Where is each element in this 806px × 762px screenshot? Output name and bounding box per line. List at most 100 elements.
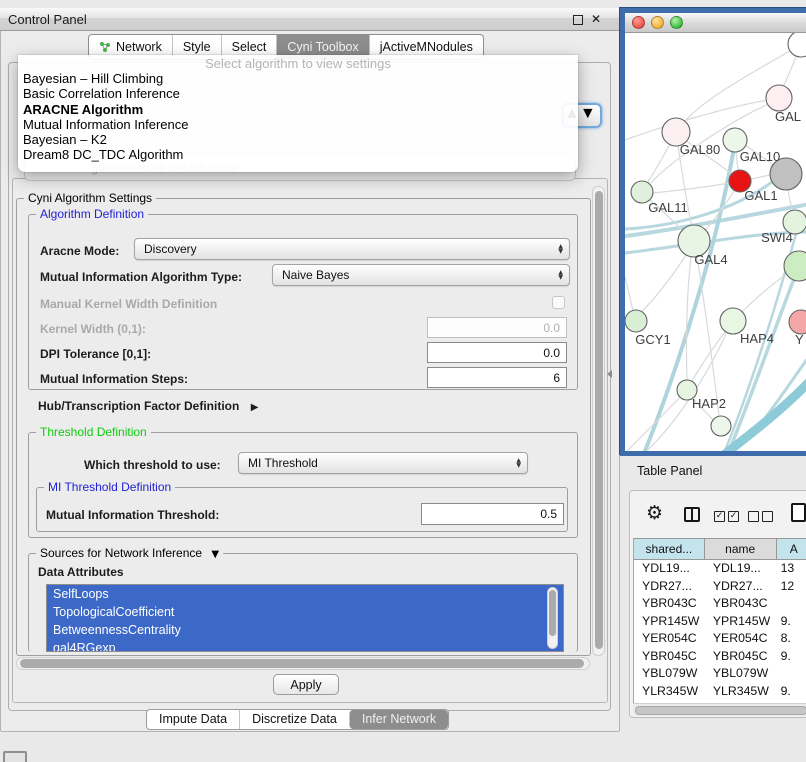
algorithm-option[interactable]: Dream8 DC_TDC Algorithm bbox=[18, 147, 578, 162]
stepper-arrows-icon: ▲▼ bbox=[558, 244, 563, 254]
network-edge bbox=[642, 255, 686, 311]
minimize-traffic-light[interactable] bbox=[651, 16, 664, 29]
network-edge bbox=[625, 277, 633, 311]
columns-icon[interactable] bbox=[684, 507, 700, 522]
algorithm-option[interactable]: ARACNE Algorithm bbox=[18, 102, 578, 117]
aracne-mode-combo[interactable]: Discovery ▲▼ bbox=[134, 238, 570, 260]
table-row[interactable]: YDL19...YDL19...13 bbox=[634, 560, 806, 578]
zoom-traffic-light[interactable] bbox=[670, 16, 683, 29]
table-row[interactable]: YBR045CYBR045C9. bbox=[634, 648, 806, 666]
which-threshold-label: Which threshold to use: bbox=[84, 458, 221, 472]
tab-discretize-data[interactable]: Discretize Data bbox=[239, 710, 349, 729]
table-hscrollbar[interactable] bbox=[633, 703, 806, 716]
manual-kernel-label: Manual Kernel Width Definition bbox=[40, 297, 217, 311]
deselect-all-icon[interactable] bbox=[762, 511, 773, 522]
table-cell: 12 bbox=[777, 578, 806, 596]
create-column-icon[interactable] bbox=[791, 503, 806, 522]
network-edge bbox=[742, 274, 787, 312]
close-icon[interactable]: ✕ bbox=[591, 12, 601, 26]
algorithm-placeholder: Select algorithm to view settings bbox=[18, 55, 578, 71]
manual-kernel-checkbox[interactable] bbox=[552, 296, 565, 309]
column-header-shared-[interactable]: shared... bbox=[634, 539, 705, 559]
network-edge bbox=[697, 257, 719, 416]
select-all-icon[interactable]: ✓ bbox=[714, 511, 725, 522]
tab-label: Select bbox=[232, 40, 267, 54]
mi-steps-field[interactable]: 6 bbox=[427, 367, 567, 388]
network-node[interactable] bbox=[788, 33, 806, 57]
dpi-tolerance-field[interactable]: 0.0 bbox=[427, 342, 567, 363]
apply-button[interactable]: Apply bbox=[273, 674, 339, 695]
gear-icon[interactable]: ⚙ bbox=[646, 502, 663, 524]
kernel-width-field[interactable]: 0.0 bbox=[427, 317, 567, 338]
data-attribute-item[interactable]: TopologicalCoefficient bbox=[47, 603, 563, 621]
which-threshold-combo[interactable]: MI Threshold ▲▼ bbox=[238, 452, 528, 474]
data-attributes-list[interactable]: SelfLoopsTopologicalCoefficientBetweenne… bbox=[46, 584, 564, 652]
data-attributes-label: Data Attributes bbox=[38, 565, 124, 579]
network-node[interactable] bbox=[711, 416, 731, 436]
bottom-tab-bar: Impute DataDiscretize DataInfer Network bbox=[146, 709, 449, 730]
table-cell: 13 bbox=[777, 560, 806, 578]
float-panel-icon[interactable] bbox=[573, 15, 583, 25]
settings-hscrollbar[interactable] bbox=[16, 657, 590, 670]
attributes-scrollbar-thumb[interactable] bbox=[549, 590, 556, 636]
table-cell: 9. bbox=[777, 683, 806, 701]
network-edge bbox=[625, 100, 768, 140]
table-hscrollbar-thumb[interactable] bbox=[635, 706, 806, 715]
table-row[interactable]: YPR145WYPR145W9. bbox=[634, 613, 806, 631]
algorithm-dropdown-popup: Select algorithm to view settings Bayesi… bbox=[18, 55, 578, 172]
apply-button-label: Apply bbox=[290, 678, 321, 692]
table-row[interactable]: YBL079WYBL079W bbox=[634, 665, 806, 683]
hub-section-toggle[interactable]: Hub/Transcription Factor Definition ▶ bbox=[38, 399, 258, 415]
tab-impute-data[interactable]: Impute Data bbox=[147, 710, 239, 729]
mi-threshold-field[interactable]: 0.5 bbox=[421, 503, 564, 525]
network-node[interactable] bbox=[784, 251, 806, 281]
attributes-scrollbar[interactable] bbox=[547, 587, 558, 649]
network-node-y[interactable] bbox=[789, 310, 806, 334]
table-row[interactable]: YER054CYER054C8. bbox=[634, 630, 806, 648]
node-label: HAP4 bbox=[740, 331, 774, 346]
network-icon bbox=[99, 41, 111, 53]
column-header-a[interactable]: A bbox=[777, 539, 806, 559]
settings-vscrollbar-thumb[interactable] bbox=[595, 191, 603, 649]
network-canvas[interactable]: GALGAL80GAL10GAL1GAL11SWI4GAL4GCY1HAP4YH… bbox=[625, 33, 806, 451]
kernel-width-label: Kernel Width (0,1): bbox=[40, 322, 146, 336]
table-cell: YER054C bbox=[705, 630, 777, 648]
settings-hscrollbar-thumb[interactable] bbox=[20, 659, 584, 668]
network-node-gcy1[interactable] bbox=[625, 310, 647, 332]
algorithm-option-list: Bayesian – Hill ClimbingBasic Correlatio… bbox=[18, 71, 578, 163]
network-node-gal[interactable] bbox=[766, 85, 792, 111]
select-all-icon[interactable]: ✓ bbox=[728, 511, 739, 522]
table-cell: YPR145W bbox=[634, 613, 705, 631]
algorithm-option[interactable]: Basic Correlation Inference bbox=[18, 86, 578, 101]
mi-type-combo[interactable]: Naive Bayes ▲▼ bbox=[272, 264, 570, 286]
node-label: GAL bbox=[775, 109, 801, 124]
column-header-name[interactable]: name bbox=[705, 539, 777, 559]
tab-infer-network[interactable]: Infer Network bbox=[349, 710, 448, 729]
algorithm-option[interactable]: Mutual Information Inference bbox=[18, 117, 578, 132]
node-label: GAL1 bbox=[744, 188, 777, 203]
data-attribute-item[interactable]: gal4RGexp bbox=[47, 639, 563, 652]
algorithm-option[interactable]: Bayesian – K2 bbox=[18, 132, 578, 147]
table-row[interactable]: YLR345WYLR345W9. bbox=[634, 683, 806, 701]
close-traffic-light[interactable] bbox=[632, 16, 645, 29]
deselect-all-icon[interactable] bbox=[748, 511, 759, 522]
hub-section-label: Hub/Transcription Factor Definition bbox=[38, 399, 239, 413]
mi-threshold-value: 0.5 bbox=[540, 507, 557, 521]
tab-label: Style bbox=[183, 40, 211, 54]
table-cell bbox=[777, 595, 806, 613]
data-attribute-item[interactable]: BetweennessCentrality bbox=[47, 621, 563, 639]
table-row[interactable]: YBR043CYBR043C bbox=[634, 595, 806, 613]
splitter-collapse-icon[interactable] bbox=[607, 370, 612, 378]
table-cell: YER054C bbox=[634, 630, 705, 648]
docked-panel-icon[interactable] bbox=[3, 751, 27, 762]
network-edge bbox=[647, 144, 670, 183]
settings-vscrollbar[interactable] bbox=[592, 186, 605, 656]
sources-group-toggle[interactable]: Sources for Network Inference ▼ bbox=[36, 547, 223, 561]
node-table: shared...nameA YDL19...YDL19...13YDR27..… bbox=[633, 538, 806, 703]
data-attribute-item[interactable]: SelfLoops bbox=[47, 585, 563, 603]
node-label: GAL11 bbox=[648, 200, 688, 215]
table-row[interactable]: YDR27...YDR27...12 bbox=[634, 578, 806, 596]
node-label: GCY1 bbox=[635, 332, 670, 347]
table-cell: YDL19... bbox=[705, 560, 777, 578]
algorithm-option[interactable]: Bayesian – Hill Climbing bbox=[18, 71, 578, 86]
